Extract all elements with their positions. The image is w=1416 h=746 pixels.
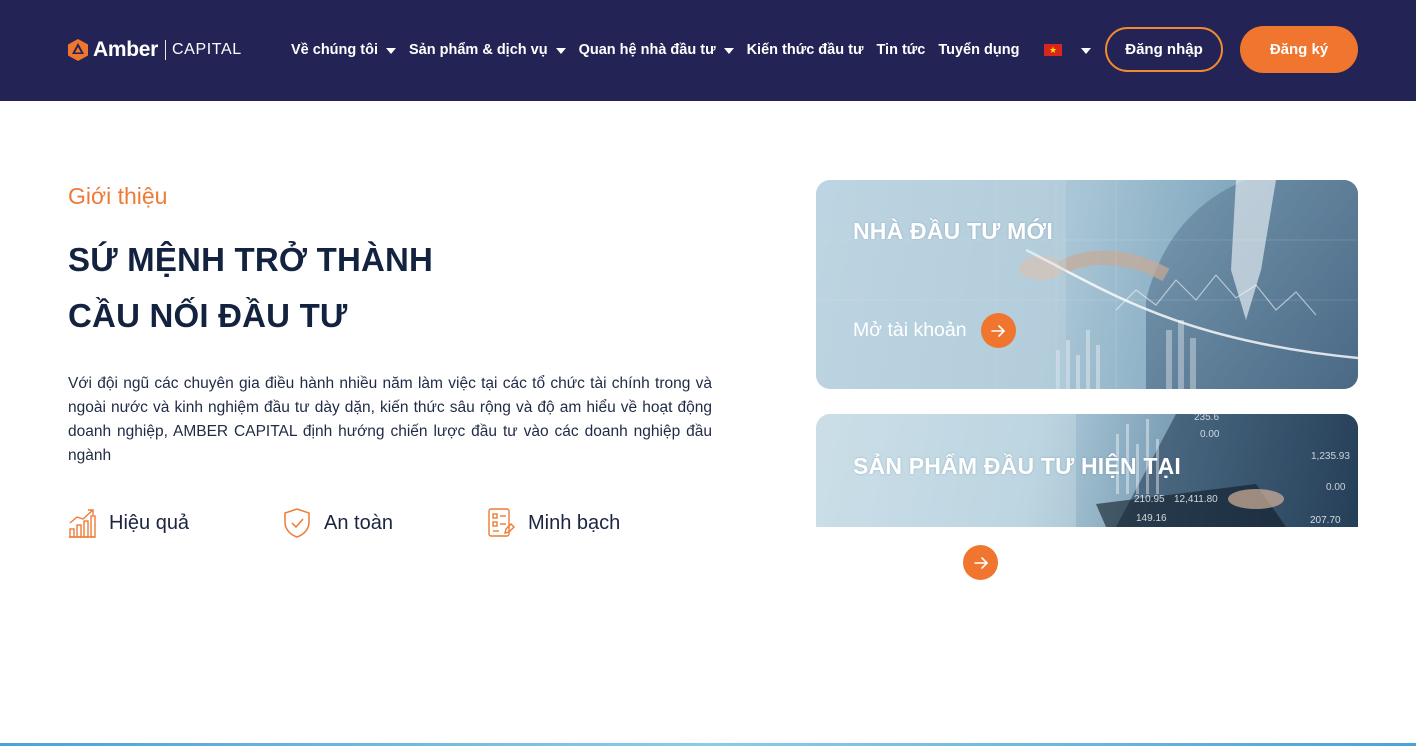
ticker-value: 12,411.80 <box>1174 494 1218 505</box>
chevron-down-icon <box>555 47 566 54</box>
current-products-card[interactable]: 235.6 0.00 210.95 12,411.80 149.16 1,235… <box>816 414 1358 527</box>
feature-label: Minh bạch <box>528 511 621 534</box>
ticker-value: 0.00 <box>1200 429 1220 440</box>
feature-transparency: Minh bạch <box>486 507 620 539</box>
nav-item-label: Quan hệ nhà đầu tư <box>578 42 716 58</box>
nav-item-news[interactable]: Tin tức <box>876 42 925 58</box>
ticker-value: 235.6 <box>1194 414 1220 423</box>
investor-photo-illustration <box>816 180 1358 389</box>
checklist-icon <box>488 508 515 537</box>
nav-item-investor-relations[interactable]: Quan hệ nhà đầu tư <box>579 42 734 58</box>
ticker-value: 0.00 <box>1326 482 1346 493</box>
chevron-down-icon <box>1081 47 1091 54</box>
brand-suffix: CAPITAL <box>172 41 242 58</box>
ticker-value: 1,235.93 <box>1311 451 1350 462</box>
ticker-value: 210.95 <box>1134 494 1165 505</box>
chevron-down-icon <box>386 47 396 54</box>
amber-logo-icon <box>68 39 88 61</box>
intro-description: Với đội ngũ các chuyên gia điều hành nhi… <box>68 375 712 464</box>
nav-item-knowledge[interactable]: Kiến thức đầu tư <box>747 42 864 58</box>
card-link-label: Mở tài khoản <box>853 319 967 341</box>
shield-check-icon <box>284 508 310 538</box>
intro-title: SỨ MỆNH TRỞ THÀNH CẦU NỐI ĐẦU TƯ <box>68 232 433 344</box>
vietnam-flag-icon: ★ <box>1044 44 1062 56</box>
language-selector[interactable]: ★ <box>1044 44 1091 56</box>
growth-chart-icon <box>69 509 96 538</box>
feature-efficiency: Hiệu quả <box>67 507 282 539</box>
main-nav: Về chúng tôi Sản phẩm & dịch vụ Quan hệ … <box>291 40 1032 60</box>
ticker-value: 149.16 <box>1136 513 1167 524</box>
nav-item-label: Tuyển dụng <box>938 42 1020 58</box>
arrow-right-icon[interactable] <box>963 545 998 580</box>
chevron-down-icon <box>723 47 734 54</box>
brand-logo[interactable]: Amber CAPITAL <box>67 36 242 64</box>
open-account-link[interactable]: Mở tài khoản <box>853 313 1016 348</box>
nav-item-label: Về chúng tôi <box>291 42 378 58</box>
ticker-value: 207.70 <box>1310 515 1341 526</box>
site-header: Amber CAPITAL Về chúng tôi Sản phẩm & dị… <box>0 0 1416 101</box>
nav-item-products[interactable]: Sản phẩm & dịch vụ <box>409 42 566 58</box>
intro-title-line2: CẦU NỐI ĐẦU TƯ <box>68 297 348 334</box>
feature-list: Hiệu quả An toàn Minh bạch <box>67 507 620 539</box>
register-button[interactable]: Đăng ký <box>1240 26 1358 73</box>
intro-title-line1: SỨ MỆNH TRỞ THÀNH <box>68 241 434 278</box>
login-button[interactable]: Đăng nhập <box>1105 27 1223 72</box>
intro-label: Giới thiệu <box>68 183 168 209</box>
brand-separator <box>165 40 167 60</box>
brand-name: Amber <box>93 38 159 61</box>
nav-item-label: Kiến thức đầu tư <box>746 42 864 58</box>
nav-item-about[interactable]: Về chúng tôi <box>291 42 396 58</box>
nav-item-label: Sản phẩm & dịch vụ <box>409 42 548 58</box>
nav-item-label: Tin tức <box>876 42 926 58</box>
arrow-right-icon[interactable] <box>980 313 1016 348</box>
feature-label: An toàn <box>324 511 393 534</box>
new-investor-card[interactable]: NHÀ ĐẦU TƯ MỚI Mở tài khoản <box>816 180 1358 389</box>
nav-item-careers[interactable]: Tuyển dụng <box>938 42 1019 58</box>
feature-safety: An toàn <box>282 507 486 539</box>
card-title: NHÀ ĐẦU TƯ MỚI <box>853 218 1053 244</box>
feature-label: Hiệu quả <box>109 511 190 534</box>
card-title: SẢN PHẨM ĐẦU TƯ HIỆN TẠI <box>853 453 1181 479</box>
